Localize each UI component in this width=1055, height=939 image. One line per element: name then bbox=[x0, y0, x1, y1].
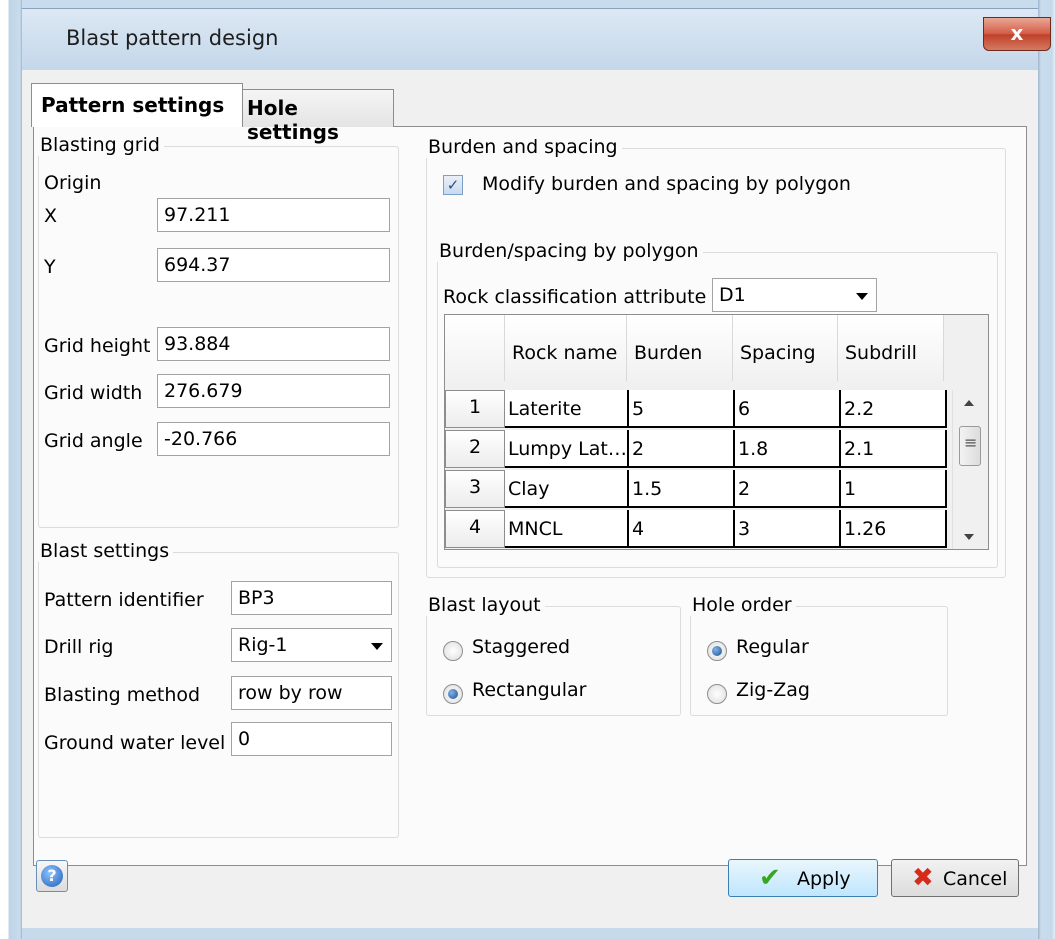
tab-pattern-settings[interactable]: Pattern settings bbox=[31, 83, 243, 127]
staggered-radio[interactable] bbox=[443, 641, 463, 661]
chevron-down-icon bbox=[371, 643, 383, 650]
hole-order-title: Hole order bbox=[688, 594, 796, 616]
help-button[interactable]: ? bbox=[36, 860, 68, 892]
column-header-rock-name[interactable]: Rock name bbox=[505, 315, 627, 381]
origin-label: Origin bbox=[44, 172, 102, 194]
rock-attribute-value: D1 bbox=[719, 284, 746, 306]
table-cell[interactable]: MNCL bbox=[505, 510, 629, 548]
modify-by-polygon-checkbox[interactable]: ✓ bbox=[443, 175, 463, 195]
table-cell[interactable]: 5 bbox=[629, 390, 735, 428]
tab-hole-settings[interactable]: Hole settings bbox=[237, 89, 394, 144]
zig-zag-label[interactable]: Zig-Zag bbox=[736, 679, 810, 701]
column-header-subdrill[interactable]: Subdrill bbox=[838, 315, 944, 381]
grid-height-label: Grid height bbox=[44, 335, 151, 357]
apply-label: Apply bbox=[797, 868, 851, 890]
column-header-spacing[interactable]: Spacing bbox=[733, 315, 838, 381]
blast-settings-title: Blast settings bbox=[36, 540, 174, 562]
rectangular-label[interactable]: Rectangular bbox=[472, 679, 586, 701]
x-label: X bbox=[44, 205, 58, 227]
red-x-icon: ✖ bbox=[912, 863, 934, 893]
polygon-group-title: Burden/spacing by polygon bbox=[435, 240, 703, 262]
row-header[interactable]: 3 bbox=[445, 470, 505, 508]
burden-spacing-title: Burden and spacing bbox=[424, 136, 622, 158]
window-left-border bbox=[0, 0, 22, 939]
pattern-identifier-label: Pattern identifier bbox=[44, 589, 204, 611]
pattern-identifier-input[interactable]: BP3 bbox=[231, 581, 392, 615]
table-cell[interactable]: 1.5 bbox=[629, 470, 735, 508]
window-bottom-border bbox=[22, 928, 1038, 939]
y-label: Y bbox=[44, 256, 56, 278]
title-bar: Blast pattern design x bbox=[22, 8, 1051, 70]
rock-attribute-select[interactable]: D1 bbox=[712, 278, 877, 312]
window-right-border bbox=[1038, 0, 1055, 939]
rectangular-radio[interactable] bbox=[443, 684, 463, 704]
row-header[interactable]: 1 bbox=[445, 390, 505, 428]
origin-x-input[interactable]: 97.211 bbox=[157, 198, 390, 232]
column-header-burden[interactable]: Burden bbox=[627, 315, 733, 381]
hole-order-group bbox=[690, 606, 948, 716]
table-cell[interactable]: 3 bbox=[735, 510, 841, 548]
grid-width-input[interactable]: 276.679 bbox=[157, 374, 390, 408]
table-cell[interactable]: Lumpy Lat… bbox=[505, 430, 629, 468]
drill-rig-value: Rig-1 bbox=[238, 634, 288, 656]
row-header[interactable]: 4 bbox=[445, 510, 505, 548]
table-vertical-scrollbar[interactable] bbox=[952, 390, 986, 549]
cancel-button[interactable]: ✖ Cancel bbox=[891, 859, 1019, 897]
table-cell[interactable]: 4 bbox=[629, 510, 735, 548]
close-button[interactable]: x bbox=[983, 17, 1051, 51]
window-title: Blast pattern design bbox=[66, 26, 279, 50]
blasting-method-input[interactable]: row by row bbox=[231, 676, 392, 710]
table-cell[interactable]: 1 bbox=[841, 470, 947, 508]
apply-button[interactable]: ✔ Apply bbox=[728, 859, 878, 897]
help-icon: ? bbox=[41, 865, 63, 887]
drill-rig-select[interactable]: Rig-1 bbox=[231, 628, 392, 662]
origin-y-input[interactable]: 694.37 bbox=[157, 248, 390, 282]
table-cell[interactable]: 1.26 bbox=[841, 510, 947, 548]
table-cell[interactable]: 6 bbox=[735, 390, 841, 428]
grid-height-input[interactable]: 93.884 bbox=[157, 327, 390, 361]
scroll-down-icon[interactable] bbox=[964, 534, 974, 540]
scroll-up-icon[interactable] bbox=[964, 400, 974, 406]
table-corner bbox=[445, 315, 505, 381]
rock-table: Rock name Burden Spacing Subdrill 1 Late… bbox=[444, 314, 989, 550]
zig-zag-radio[interactable] bbox=[707, 684, 727, 704]
table-cell[interactable]: Clay bbox=[505, 470, 629, 508]
checkmark-icon: ✔ bbox=[759, 863, 781, 893]
blasting-method-label: Blasting method bbox=[44, 684, 201, 706]
table-cell[interactable]: 2.1 bbox=[841, 430, 947, 468]
blast-layout-title: Blast layout bbox=[424, 594, 545, 616]
grid-width-label: Grid width bbox=[44, 382, 143, 404]
drill-rig-label: Drill rig bbox=[44, 636, 114, 658]
table-cell[interactable]: 2 bbox=[735, 470, 841, 508]
table-cell[interactable]: 2 bbox=[629, 430, 735, 468]
ground-water-label: Ground water level bbox=[44, 732, 226, 754]
staggered-label[interactable]: Staggered bbox=[472, 636, 570, 658]
table-cell[interactable]: Laterite bbox=[505, 390, 629, 428]
regular-radio[interactable] bbox=[707, 641, 727, 661]
blasting-grid-title: Blasting grid bbox=[36, 134, 164, 156]
chevron-down-icon bbox=[856, 293, 868, 300]
ground-water-input[interactable]: 0 bbox=[231, 722, 392, 756]
modify-by-polygon-label[interactable]: Modify burden and spacing by polygon bbox=[482, 173, 851, 195]
cancel-label: Cancel bbox=[943, 868, 1008, 890]
rock-attribute-label: Rock classification attribute bbox=[443, 286, 707, 308]
scroll-thumb[interactable] bbox=[959, 426, 981, 466]
grid-angle-input[interactable]: -20.766 bbox=[157, 422, 390, 456]
table-cell[interactable]: 2.2 bbox=[841, 390, 947, 428]
row-header[interactable]: 2 bbox=[445, 430, 505, 468]
table-cell[interactable]: 1.8 bbox=[735, 430, 841, 468]
regular-label[interactable]: Regular bbox=[736, 636, 809, 658]
grid-angle-label: Grid angle bbox=[44, 430, 143, 452]
